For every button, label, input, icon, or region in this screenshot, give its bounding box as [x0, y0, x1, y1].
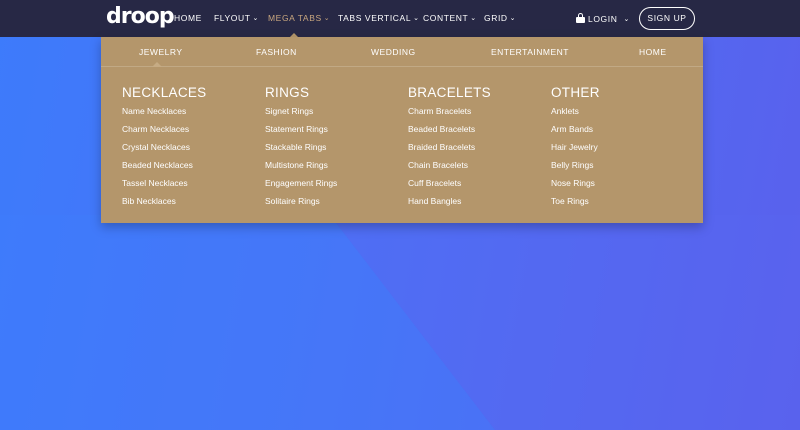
- menu-link[interactable]: Multistone Rings: [265, 161, 405, 179]
- menu-link[interactable]: Belly Rings: [551, 161, 691, 179]
- top-navbar: droop HOME FLYOUT ⌄ MEGA TABS ⌄ TABS VERTI…: [0, 0, 800, 37]
- nav-item-grid[interactable]: GRID ⌄: [484, 13, 516, 24]
- column-title: RINGS: [265, 85, 310, 100]
- nav-item-content[interactable]: CONTENT ⌄: [423, 13, 477, 24]
- menu-link[interactable]: Arm Bands: [551, 125, 691, 143]
- chevron-down-icon: ⌄: [252, 15, 259, 22]
- menu-link[interactable]: Cuff Bracelets: [408, 179, 548, 197]
- column-title: NECKLACES: [122, 85, 207, 100]
- menu-column-bracelets: BRACELETS Charm Bracelets Beaded Bracele…: [408, 85, 548, 215]
- menu-link[interactable]: Chain Bracelets: [408, 161, 548, 179]
- menu-link[interactable]: Solitaire Rings: [265, 197, 405, 215]
- nav-item-label: FLYOUT: [214, 13, 251, 23]
- nav-item-label: TABS VERTICAL: [338, 13, 412, 23]
- menu-link[interactable]: Anklets: [551, 107, 691, 125]
- tab-fashion[interactable]: FASHION: [256, 47, 297, 58]
- login-label: LOGIN: [588, 14, 618, 24]
- menu-link[interactable]: Statement Rings: [265, 125, 405, 143]
- nav-item-flyout[interactable]: FLYOUT ⌄: [214, 13, 259, 24]
- active-tab-pointer: [152, 62, 162, 67]
- column-title: BRACELETS: [408, 85, 491, 100]
- chevron-down-icon: ⌄: [623, 16, 630, 23]
- nav-item-home[interactable]: HOME: [174, 13, 202, 24]
- chevron-down-icon: ⌄: [323, 15, 331, 22]
- menu-column-rings: RINGS Signet Rings Statement Rings Stack…: [265, 85, 405, 215]
- tab-jewelry[interactable]: JEWELRY: [139, 47, 183, 58]
- menu-link[interactable]: Crystal Necklaces: [122, 143, 262, 161]
- nav-item-label: CONTENT: [423, 13, 469, 23]
- nav-item-label: HOME: [174, 13, 202, 23]
- tab-entertainment[interactable]: ENTERTAINMENT: [491, 47, 569, 58]
- menu-link[interactable]: Bib Necklaces: [122, 197, 262, 215]
- menu-link[interactable]: Nose Rings: [551, 179, 691, 197]
- nav-item-tabs-vertical[interactable]: TABS VERTICAL ⌄: [338, 13, 420, 24]
- menu-link[interactable]: Stackable Rings: [265, 143, 405, 161]
- mega-menu-panel: JEWELRY FASHION WEDDING ENTERTAINMENT HO…: [101, 37, 703, 223]
- sign-up-button[interactable]: SIGN UP: [639, 7, 695, 30]
- brand-logo[interactable]: droop: [106, 6, 175, 28]
- menu-link[interactable]: Charm Necklaces: [122, 125, 262, 143]
- tab-wedding[interactable]: WEDDING: [371, 47, 416, 58]
- menu-link[interactable]: Hand Bangles: [408, 197, 548, 215]
- menu-link[interactable]: Hair Jewelry: [551, 143, 691, 161]
- nav-item-mega-tabs[interactable]: MEGA TABS ⌄: [268, 13, 330, 24]
- menu-link[interactable]: Tassel Necklaces: [122, 179, 262, 197]
- menu-link[interactable]: Beaded Bracelets: [408, 125, 548, 143]
- menu-column-necklaces: NECKLACES Name Necklaces Charm Necklaces…: [122, 85, 262, 215]
- nav-item-label: MEGA TABS: [268, 13, 322, 23]
- chevron-down-icon: ⌄: [413, 15, 420, 22]
- lock-icon: [576, 13, 585, 23]
- menu-link[interactable]: Engagement Rings: [265, 179, 405, 197]
- tab-home[interactable]: HOME: [639, 47, 667, 58]
- menu-link[interactable]: Beaded Necklaces: [122, 161, 262, 179]
- login-button[interactable]: LOGIN ⌄: [576, 13, 630, 25]
- nav-item-label: GRID: [484, 13, 508, 23]
- mega-menu-tabs: JEWELRY FASHION WEDDING ENTERTAINMENT HO…: [101, 37, 703, 67]
- chevron-down-icon: ⌄: [509, 15, 517, 22]
- menu-link[interactable]: Toe Rings: [551, 197, 691, 215]
- menu-link[interactable]: Signet Rings: [265, 107, 405, 125]
- menu-link[interactable]: Name Necklaces: [122, 107, 262, 125]
- menu-link[interactable]: Charm Bracelets: [408, 107, 548, 125]
- column-title: OTHER: [551, 85, 600, 100]
- chevron-down-icon: ⌄: [470, 15, 477, 22]
- menu-link[interactable]: Braided Bracelets: [408, 143, 548, 161]
- menu-column-other: OTHER Anklets Arm Bands Hair Jewelry Bel…: [551, 85, 691, 215]
